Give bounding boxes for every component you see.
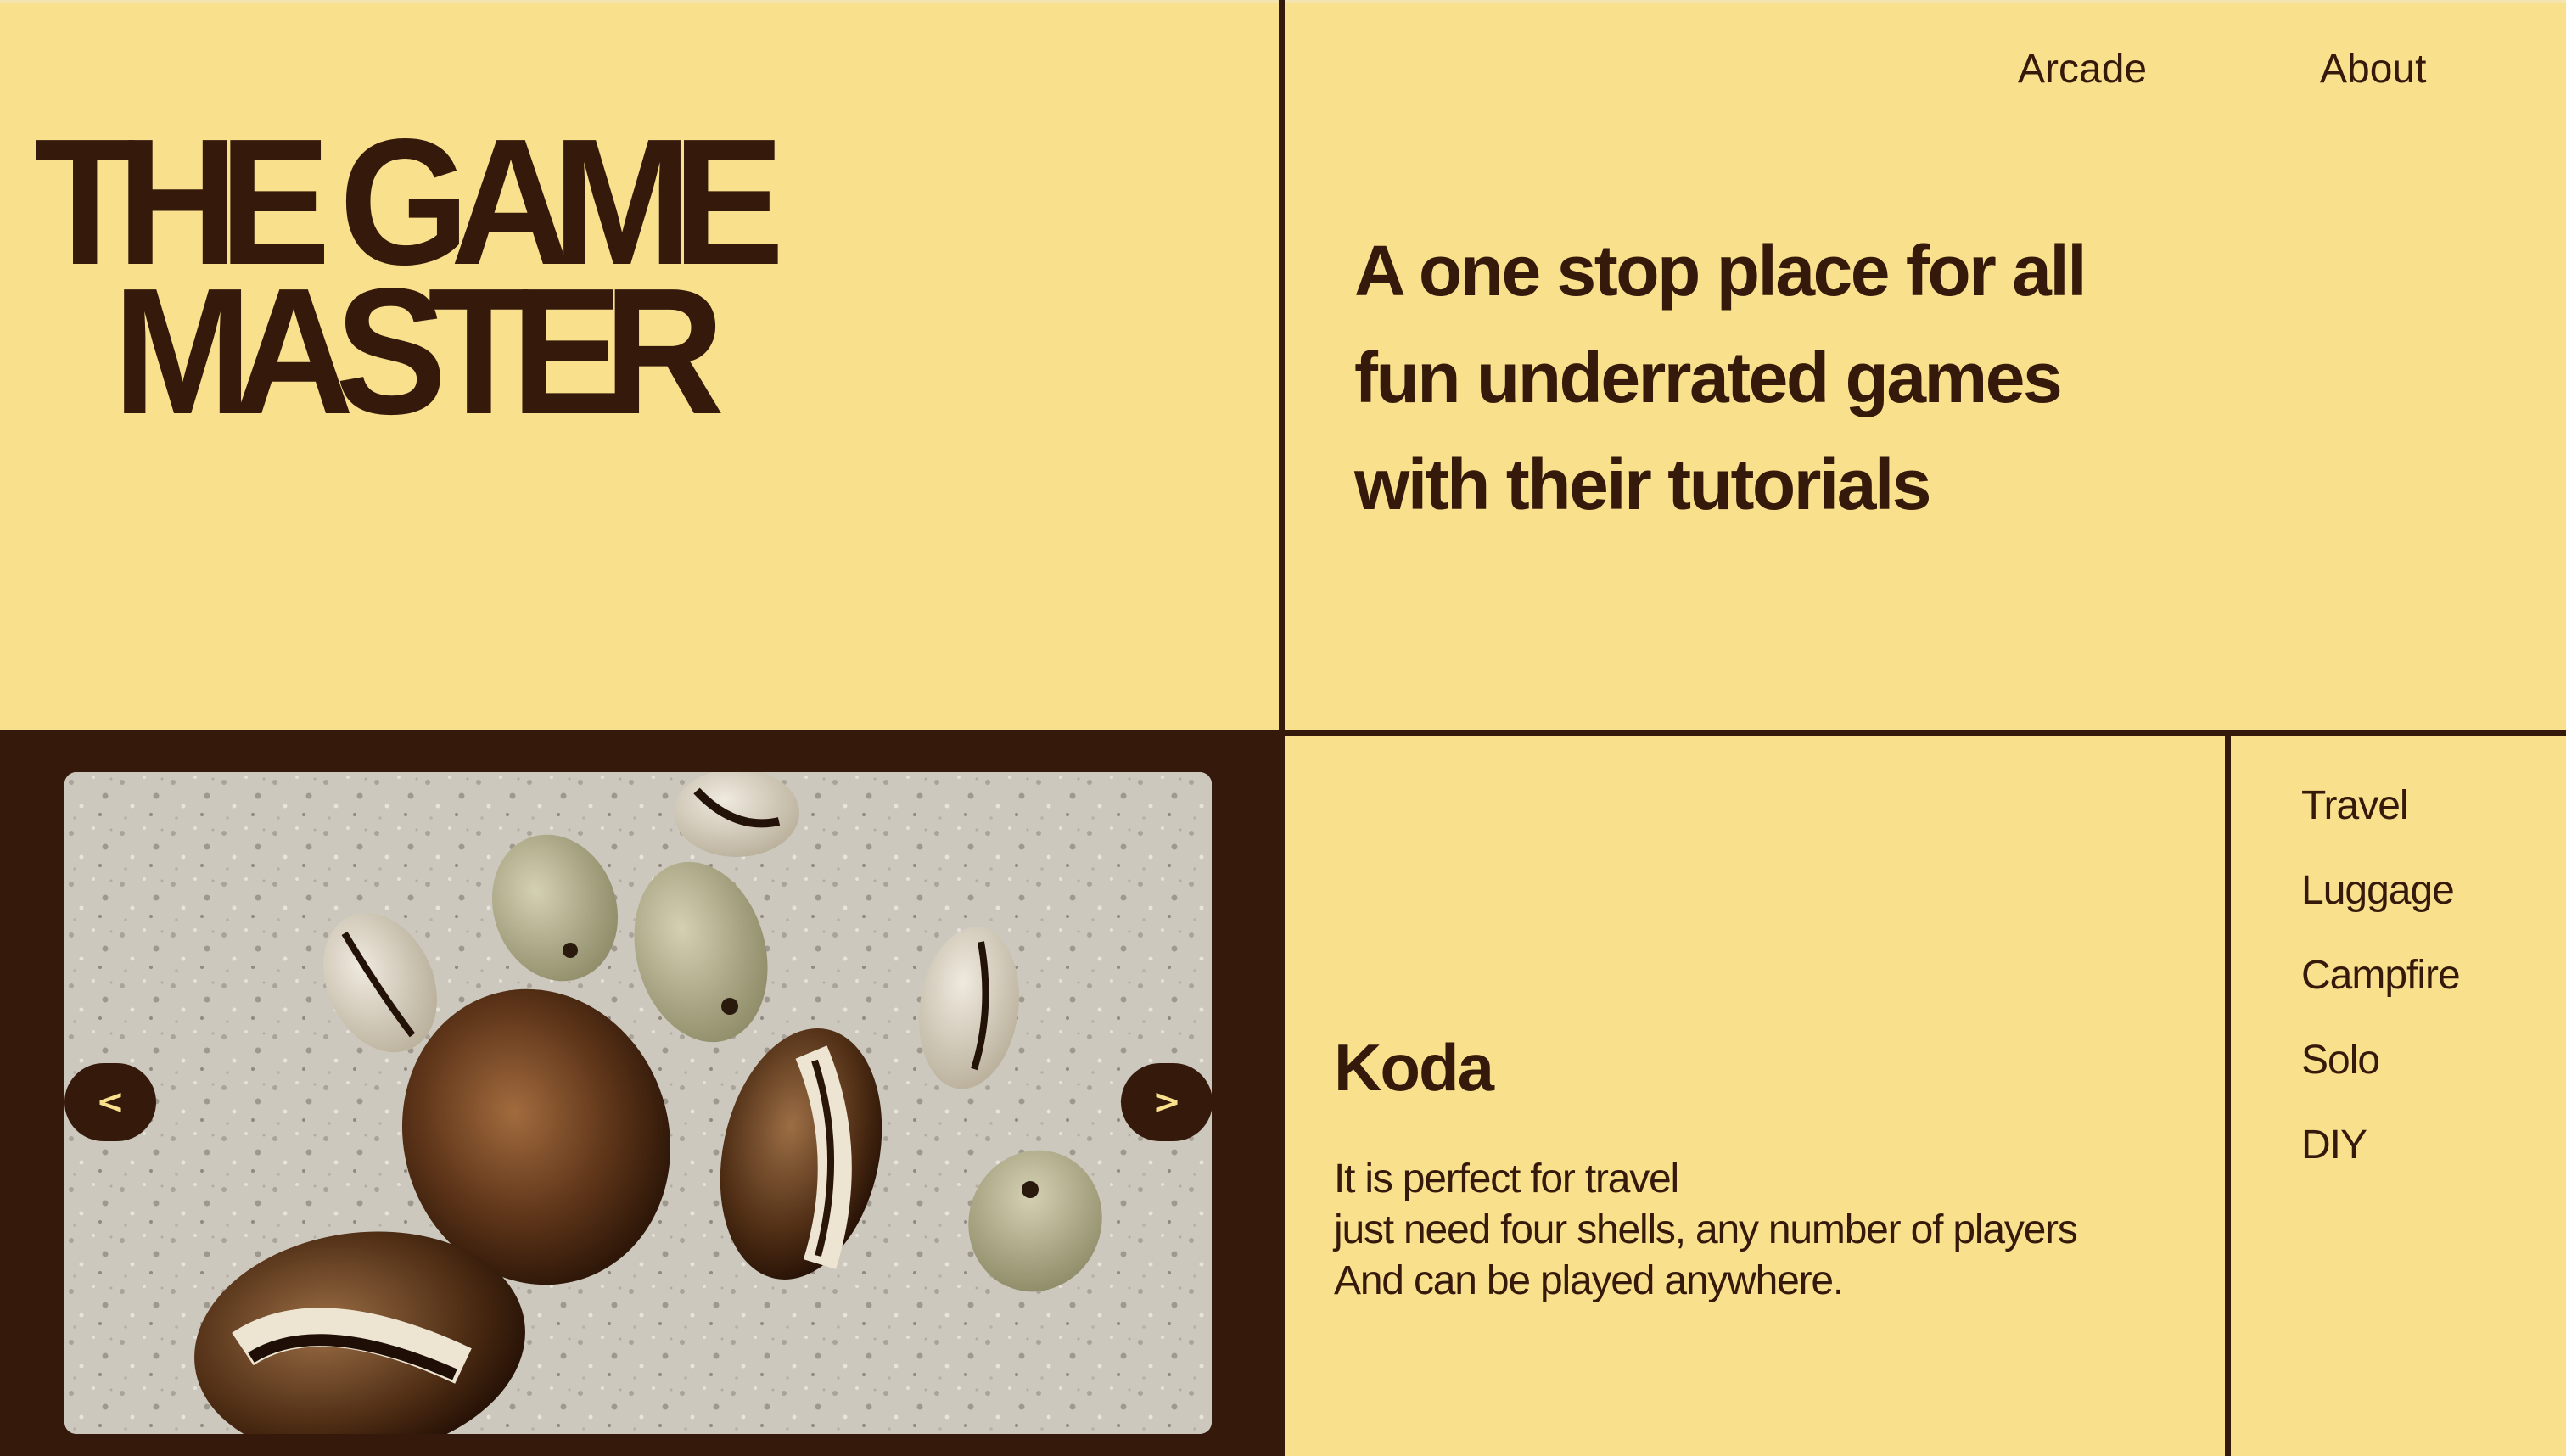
site-logo[interactable]: THE GAME MASTER (34, 112, 807, 451)
carousel-prev-button[interactable]: < (64, 1063, 156, 1141)
divider-vertical-top (1279, 0, 1285, 735)
logo-line-2: MASTER (113, 250, 725, 451)
category-diy[interactable]: DIY (2301, 1120, 2460, 1205)
category-travel[interactable]: Travel (2301, 781, 2460, 865)
game-title: Koda (1334, 1030, 1494, 1105)
game-description: It is perfect for travel just need four … (1334, 1154, 2216, 1307)
divider-horizontal (1279, 730, 2566, 736)
nav-about-link[interactable]: About (2320, 44, 2426, 95)
nav-arcade-link[interactable]: Arcade (2018, 44, 2147, 95)
divider-vertical-right (2225, 735, 2231, 1456)
tagline-line-3: with their tutorials (1354, 445, 1932, 524)
category-list: Travel Luggage Campfire Solo DIY (2301, 781, 2461, 1205)
game-description-line-1: It is perfect for travel (1334, 1156, 1679, 1201)
cowrie-shells-photo (64, 772, 1212, 1434)
game-description-line-2: just need four shells, any number of pla… (1334, 1207, 2078, 1252)
tagline-line-2: fun underrated games (1354, 338, 2063, 417)
hero-tagline: A one stop place for all fun underrated … (1354, 217, 2203, 538)
tagline-line-1: A one stop place for all (1354, 231, 2087, 311)
category-solo[interactable]: Solo (2301, 1035, 2460, 1120)
game-description-line-3: And can be played anywhere. (1334, 1258, 1844, 1303)
category-luggage[interactable]: Luggage (2301, 865, 2460, 950)
category-campfire[interactable]: Campfire (2301, 950, 2461, 1035)
carousel-next-button[interactable]: > (1121, 1063, 1213, 1141)
game-image-carousel[interactable] (64, 772, 1212, 1434)
